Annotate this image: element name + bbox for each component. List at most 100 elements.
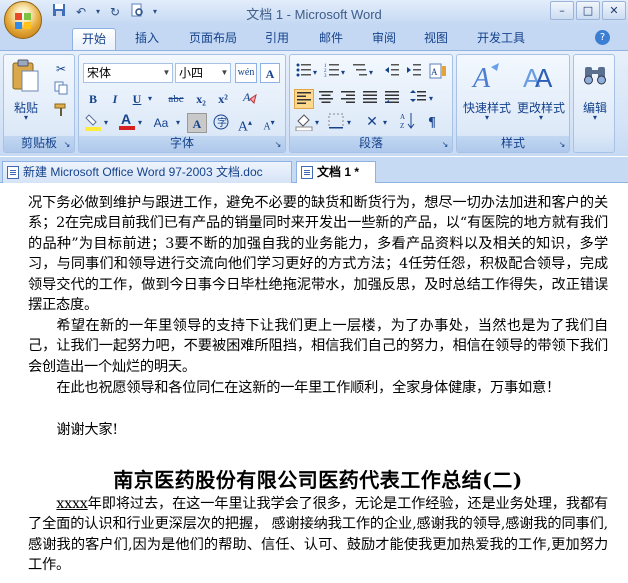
help-icon[interactable]: ? <box>595 30 610 45</box>
change-case-button[interactable]: Aa <box>149 113 173 133</box>
window-title: 文档 1 - Microsoft Word <box>246 7 382 22</box>
font-color-dropdown-icon[interactable]: ▾ <box>135 113 145 133</box>
align-right-icon[interactable] <box>338 89 358 109</box>
body-paragraph-5: xxxx年即将过去，在这一年里让我学会了很多，无论是工作经验，还是业务处理，我都… <box>28 494 608 576</box>
asian-layout-icon[interactable]: ✕ <box>362 113 382 133</box>
highlight-dropdown-icon[interactable]: ▾ <box>101 113 111 133</box>
close-button[interactable]: ✕ <box>602 1 626 20</box>
bold-button[interactable]: B <box>83 89 103 109</box>
change-styles-icon[interactable]: AA <box>521 61 555 95</box>
shrink-font-icon[interactable]: A▾ <box>259 113 279 133</box>
word-window: ↶ ▾ ↻ ▾ 文档 1 - Microsoft Word – □ ✕ 开始 插… <box>0 0 628 583</box>
shading-dropdown-icon[interactable]: ▾ <box>312 113 322 133</box>
increase-indent-icon[interactable] <box>404 63 424 83</box>
line-spacing-dropdown-icon[interactable]: ▾ <box>426 89 436 109</box>
chevron-down-icon[interactable]: ▼ <box>161 64 172 82</box>
paragraph-launcher-icon[interactable]: ↘ <box>440 140 450 150</box>
tab-page-layout[interactable]: 页面布局 <box>183 28 243 50</box>
svg-text:A: A <box>471 63 491 93</box>
editing-dropdown-icon[interactable]: ▾ <box>574 113 616 122</box>
font-size-value: 小四 <box>179 66 204 80</box>
phonetic-guide-button[interactable]: wén <box>235 63 257 83</box>
year-placeholder: xxxx <box>56 496 88 512</box>
doc-tab-old[interactable]: 新建 Microsoft Office Word 97-2003 文档.doc <box>2 161 292 183</box>
align-left-icon[interactable] <box>294 89 314 109</box>
paste-dropdown-icon[interactable]: ▾ <box>8 113 44 122</box>
tab-developer[interactable]: 开发工具 <box>470 28 532 50</box>
svg-text:3: 3 <box>324 74 327 77</box>
font-launcher-icon[interactable]: ↘ <box>273 140 283 150</box>
justify-icon[interactable] <box>360 89 380 109</box>
strikethrough-button[interactable]: abc <box>163 89 189 109</box>
styles-group-label: 样式 <box>457 136 569 152</box>
doc-tab-label: 新建 Microsoft Office Word 97-2003 文档.doc <box>23 165 263 179</box>
subscript-button[interactable]: x₂ <box>191 89 211 109</box>
format-painter-icon[interactable] <box>51 103 71 123</box>
cut-icon[interactable]: ✂ <box>51 59 71 79</box>
paste-icon[interactable] <box>10 59 42 95</box>
underline-button[interactable]: U <box>127 89 147 109</box>
distributed-icon[interactable] <box>382 89 402 109</box>
char-border-A-button[interactable]: A <box>260 63 280 83</box>
minimize-button[interactable]: – <box>550 1 574 20</box>
svg-text:字: 字 <box>217 116 227 129</box>
line-spacing-icon[interactable] <box>408 89 428 109</box>
document-tabs: 新建 Microsoft Office Word 97-2003 文档.doc … <box>0 157 628 183</box>
asian-layout-dropdown-icon[interactable]: ▾ <box>380 113 390 133</box>
shading-icon[interactable] <box>294 113 314 133</box>
font-color-icon[interactable]: A <box>117 111 137 131</box>
numbering-dropdown-icon[interactable]: ▾ <box>338 63 348 83</box>
change-case-dropdown-icon[interactable]: ▾ <box>173 113 183 133</box>
body-paragraph-3: 在此也祝愿领导和各位同仁在这新的一年里工作顺利，全家身体健康，万事如意！ <box>56 380 560 396</box>
svg-text:A: A <box>242 90 251 104</box>
tab-insert[interactable]: 插入 <box>127 28 167 50</box>
styles-launcher-icon[interactable]: ↘ <box>557 140 567 150</box>
doc-tab-label: 文档 1 * <box>317 165 360 179</box>
decrease-indent-icon[interactable] <box>382 63 402 83</box>
quick-styles-icon[interactable]: A <box>471 61 501 95</box>
tab-mailings[interactable]: 邮件 <box>311 28 351 50</box>
sort-icon[interactable]: AZ <box>398 111 418 131</box>
ribbon-tabs: 开始 插入 页面布局 引用 邮件 审阅 视图 开发工具 <box>0 25 628 50</box>
align-center-icon[interactable] <box>316 89 336 109</box>
borders-dropdown-icon[interactable]: ▾ <box>344 113 354 133</box>
tab-references[interactable]: 引用 <box>257 28 297 50</box>
svg-text:A: A <box>400 113 405 121</box>
grow-font-icon[interactable]: A▴ <box>235 113 255 135</box>
window-controls: – □ ✕ <box>548 1 626 20</box>
enclose-characters-icon[interactable]: 字 <box>211 113 231 133</box>
clipboard-launcher-icon[interactable]: ↘ <box>62 140 72 150</box>
clipboard-group: 粘贴 ▾ ✂ 剪贴板 ↘ <box>3 54 75 153</box>
copy-icon[interactable] <box>51 81 71 101</box>
bullets-dropdown-icon[interactable]: ▾ <box>310 63 320 83</box>
multilevel-dropdown-icon[interactable]: ▾ <box>366 63 376 83</box>
chevron-down-icon[interactable]: ▼ <box>219 64 230 82</box>
highlight-color-icon[interactable] <box>83 113 103 133</box>
paragraph-group: ▾ 123 ▾ ▾ A ▾ ▾ ▾ ✕ ▾ A Z ¶ 段落 ↘ <box>289 54 453 153</box>
doc-tab-current[interactable]: 文档 1 * <box>296 161 376 183</box>
change-styles-dropdown-icon[interactable]: ▾ <box>513 113 569 122</box>
tab-home[interactable]: 开始 <box>72 28 116 50</box>
office-button[interactable] <box>4 1 42 39</box>
underline-dropdown-icon[interactable]: ▾ <box>145 89 155 109</box>
document-page[interactable]: 况下务必做到维护与跟进工作，避免不必要的缺货和断货行为，想尽一切办法加进和客户的… <box>0 184 628 583</box>
maximize-button[interactable]: □ <box>576 1 600 20</box>
superscript-button[interactable]: x² <box>213 89 233 109</box>
styles-group: A 快速样式 ▾ AA 更改样式 ▾ 样式 ↘ <box>456 54 570 153</box>
tab-view[interactable]: 视图 <box>416 28 456 50</box>
tab-review[interactable]: 审阅 <box>364 28 404 50</box>
font-name-combo[interactable]: 宋体 ▼ <box>83 63 173 83</box>
title-bar: ↶ ▾ ↻ ▾ 文档 1 - Microsoft Word – □ ✕ <box>0 0 628 25</box>
paragraph-group-label: 段落 <box>290 136 452 152</box>
borders-icon[interactable] <box>326 113 346 133</box>
binoculars-icon[interactable] <box>582 63 608 89</box>
font-size-combo[interactable]: 小四 ▼ <box>175 63 231 83</box>
italic-button[interactable]: I <box>105 89 125 109</box>
clear-formatting-icon[interactable]: A <box>239 89 259 109</box>
quick-styles-dropdown-icon[interactable]: ▾ <box>459 113 515 122</box>
chinese-layout-icon[interactable]: A <box>428 63 448 83</box>
show-hide-marks-icon[interactable]: ¶ <box>422 113 442 133</box>
char-shading-button[interactable]: A <box>187 113 207 133</box>
svg-text:A: A <box>121 111 131 127</box>
body-paragraph-4: 谢谢大家! <box>56 422 118 438</box>
